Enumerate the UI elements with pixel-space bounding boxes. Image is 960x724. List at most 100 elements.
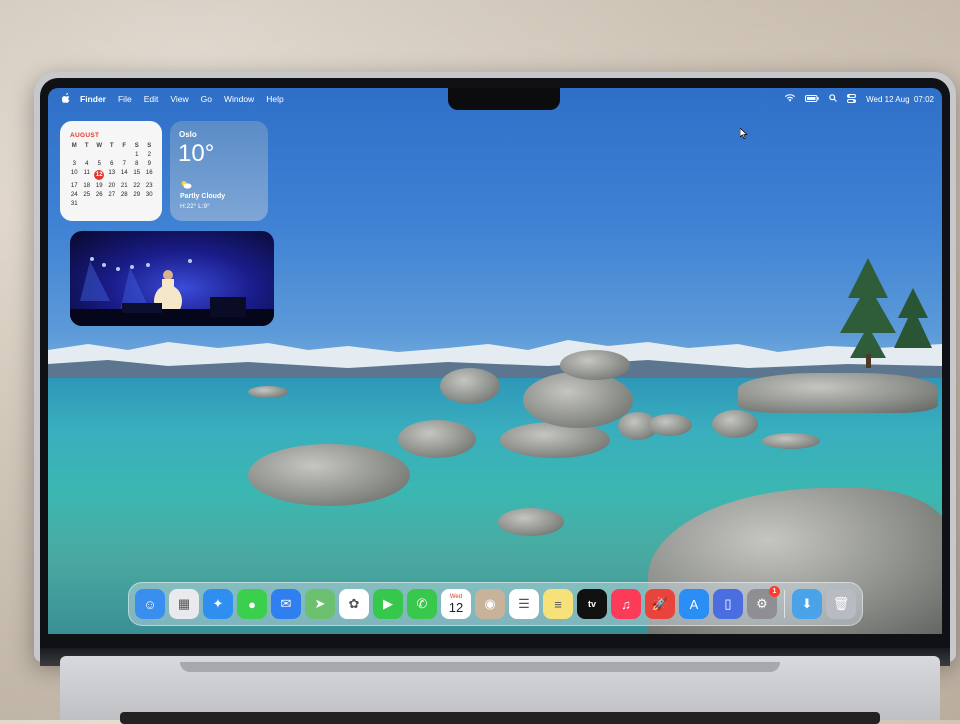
calendar-day: 6 <box>110 161 114 167</box>
search-icon[interactable] <box>829 94 838 104</box>
apple-icon[interactable] <box>58 92 74 106</box>
dock-iphone-mirroring-glyph: ▯ <box>724 596 732 611</box>
calendar-day: 3 <box>72 161 76 167</box>
dock-rocket-typist-icon[interactable]: 🚀 <box>645 589 675 619</box>
dock-app-store-icon[interactable]: A <box>679 589 709 619</box>
calendar-day <box>106 152 119 158</box>
calendar-day: 19 <box>95 183 103 189</box>
dock-safari-icon[interactable]: ✦ <box>203 589 233 619</box>
calendar-day: 29 <box>133 192 141 198</box>
calendar-today: 12 <box>94 170 105 180</box>
dock-notes-glyph: ≡ <box>554 596 562 612</box>
menu-help[interactable]: Help <box>260 94 289 104</box>
calendar-day: 7 <box>122 161 126 167</box>
dock-photos-glyph: ✿ <box>348 596 360 611</box>
calendar-day: 25 <box>83 192 91 198</box>
concert-photo <box>70 257 274 326</box>
dock-trash-icon[interactable]: 🗑 <box>826 589 856 619</box>
menu-file[interactable]: File <box>112 94 138 104</box>
dock-notes-icon[interactable]: ≡ <box>543 589 573 619</box>
dock-finder-icon[interactable]: ☺ <box>135 589 165 619</box>
calendar-day: 28 <box>120 192 128 198</box>
photo-widget[interactable] <box>70 231 274 326</box>
calendar-weekday: T <box>84 143 89 149</box>
dock-facetime-glyph: ▶ <box>383 596 393 611</box>
dock-photos-icon[interactable]: ✿ <box>339 589 369 619</box>
menu-finder[interactable]: Finder <box>74 94 112 104</box>
calendar-day <box>68 152 81 158</box>
wallpaper-rock <box>738 373 938 413</box>
dock-contacts-icon[interactable]: ◉ <box>475 589 505 619</box>
dock-app-store-glyph: A <box>689 596 699 612</box>
calendar-day: 21 <box>120 183 128 189</box>
dock-messages-icon[interactable]: ● <box>237 589 267 619</box>
dock-phone-glyph: ✆ <box>416 596 428 611</box>
calendar-day: 12 <box>93 170 106 180</box>
menu-go[interactable]: Go <box>195 94 218 104</box>
calendar-day: 14 <box>120 170 128 176</box>
dock-music-glyph: ♫ <box>621 596 631 612</box>
dock-system-settings-icon[interactable]: ⚙ 1 <box>747 586 780 619</box>
calendar-day: 2 <box>147 152 151 158</box>
dock-separator <box>784 590 785 618</box>
calendar-day: 22 <box>133 183 141 189</box>
laptop-base-lip <box>180 662 780 672</box>
dock-tv-icon[interactable]: tv <box>577 589 607 619</box>
battery-icon[interactable] <box>805 94 819 104</box>
calendar-day: 8 <box>135 161 139 167</box>
wallpaper-rock <box>248 386 288 398</box>
dock-downloads-folder-icon[interactable]: ⬇ <box>792 589 822 619</box>
dock-maps-icon[interactable]: ➤ <box>305 589 335 619</box>
weather-city: Oslo <box>179 130 197 139</box>
wallpaper-rock <box>560 350 630 380</box>
wallpaper-rock <box>648 414 692 436</box>
dock-launchpad-glyph: ▦ <box>177 596 191 611</box>
calendar-day: 23 <box>145 183 153 189</box>
dock-reminders-icon[interactable]: ☰ <box>509 589 539 619</box>
wallpaper-rock <box>712 410 758 438</box>
wifi-icon[interactable] <box>785 94 796 104</box>
calendar-day: 11 <box>83 170 90 176</box>
calendar-day: 15 <box>133 170 141 176</box>
calendar-day: 30 <box>145 192 153 198</box>
notification-badge: 1 <box>769 586 780 597</box>
dock-tv-glyph: tv <box>587 599 596 609</box>
calendar-day: 26 <box>95 192 103 198</box>
dock-facetime-icon[interactable]: ▶ <box>373 589 403 619</box>
calendar-day: 4 <box>85 161 89 167</box>
calendar-weekday: S <box>134 143 139 149</box>
dock-music-icon[interactable]: ♫ <box>611 589 641 619</box>
calendar-day: 24 <box>70 192 78 198</box>
menu-window[interactable]: Window <box>218 94 260 104</box>
wallpaper-tree <box>840 258 932 368</box>
wallpaper-rock <box>762 433 820 449</box>
dock-mail-icon[interactable]: ✉ <box>271 589 301 619</box>
dock-iphone-mirroring-icon[interactable]: ▯ <box>713 589 743 619</box>
wallpaper-rock <box>498 508 564 536</box>
calendar-month: AUGUST <box>70 132 100 139</box>
calendar-widget[interactable]: AUGUST M T W T F S S 1 2 3 4 5 6 7 8 9 10 11 12 13 14 15 16 17 1… <box>60 121 162 221</box>
weather-high-low: H:22° L:9° <box>180 203 210 210</box>
wallpaper-rock <box>248 444 410 506</box>
dock-launchpad-icon[interactable]: ▦ <box>169 589 199 619</box>
dock-calendar-icon[interactable]: Wed 12 <box>441 589 471 619</box>
calendar-grid: M T W T F S S 1 2 3 4 5 6 7 8 9 10 11 12 13 14 15 16 17 18 19 20 21… <box>68 143 158 207</box>
calendar-day: 18 <box>83 183 91 189</box>
calendar-day <box>93 152 106 158</box>
calendar-weekday: T <box>109 143 114 149</box>
control-center-icon[interactable] <box>847 93 857 105</box>
dock-downloads-folder-glyph: ⬇ <box>801 596 813 611</box>
weather-widget[interactable]: Oslo 10° Partly Cloudy H:22° L:9° <box>170 121 268 221</box>
dock-contacts-glyph: ◉ <box>484 596 496 611</box>
dock: ☺ ▦ ✦ ● ✉ ➤ ✿ ▶ ✆ Wed 12 ◉ ☰ ≡ tv ♫ 🚀 A ▯ ⚙ 1 ⬇ 🗑 <box>128 582 863 626</box>
menu-clock[interactable]: Wed 12 Aug 07:02 <box>866 95 934 104</box>
menu-edit[interactable]: Edit <box>138 94 165 104</box>
dock-messages-glyph: ● <box>248 596 256 612</box>
dock-phone-icon[interactable]: ✆ <box>407 589 437 619</box>
partly-cloudy-icon <box>181 181 192 189</box>
wallpaper-rock <box>398 420 476 458</box>
menu-view[interactable]: View <box>164 94 194 104</box>
calendar-day: 9 <box>147 161 151 167</box>
dock-rocket-typist-glyph: 🚀 <box>651 596 669 611</box>
wallpaper-rock <box>500 422 610 458</box>
